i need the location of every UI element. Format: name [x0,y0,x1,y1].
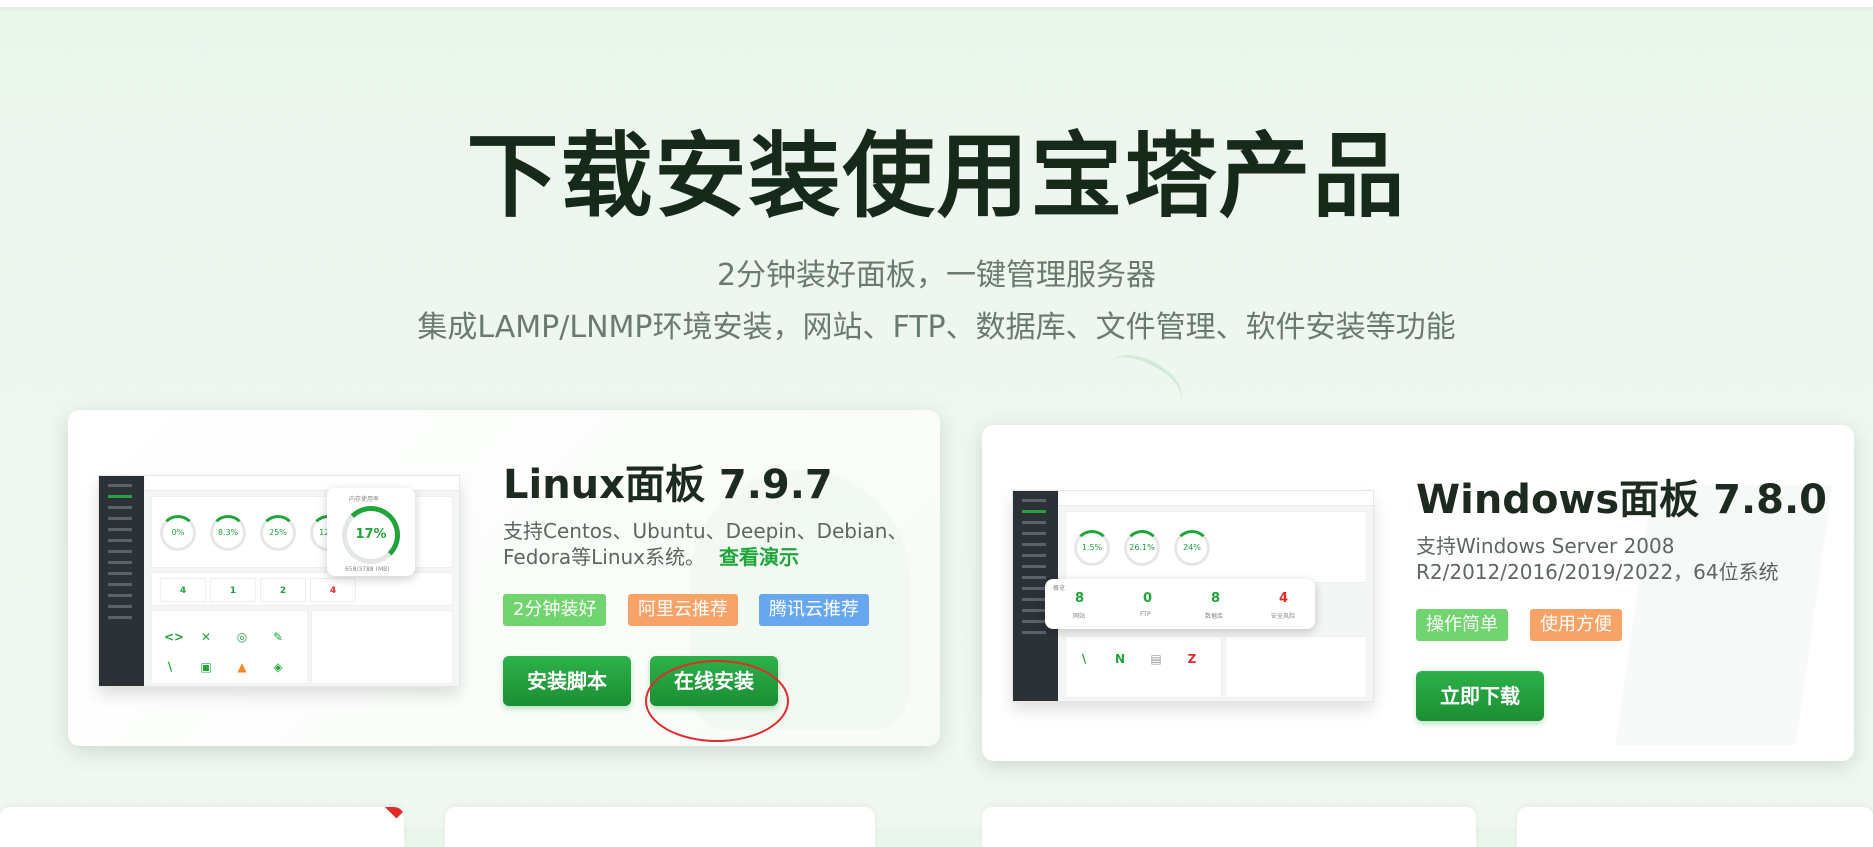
tools-icon: ✕ [200,630,212,644]
target-icon: ◎ [236,630,248,644]
online-install-button[interactable]: 在线安装 [650,656,778,706]
feather-icon: ∖ [165,660,175,674]
screenshot-traffic-panel [311,610,453,684]
windows-panel-desc: 支持Windows Server 2008 R2/2012/2016/2019/… [1416,534,1779,584]
overview-stat: 4 [310,578,356,602]
new-ribbon: NE [354,807,404,819]
overview-stat-value: 8 [1211,591,1221,606]
windows-panel-card: 1.5% 26.1% 24% ∖ N ▤ Z 概览 8 网站 0 FTP 8 数… [982,425,1854,761]
subtitle-line-1: 2分钟装好面板，一键管理服务器 [716,258,1157,293]
decorative-swoosh [1099,343,1191,421]
overview-stat-label: 网站 [1073,613,1086,620]
overview-stat-label: 数据库 [1205,613,1224,620]
overview-stat: 4 [160,578,206,602]
edit-icon: ✎ [272,630,284,644]
overview-stat-value: 8 [1075,591,1085,606]
linux-panel-title: Linux面板 7.9.7 [503,462,833,508]
tag-tencent-recommend: 腾讯云推荐 [759,594,869,626]
product-card-partial [982,807,1476,847]
nginx-icon: N [1114,652,1126,666]
overview-popup: 概览 8 网站 0 FTP 8 数据库 4 安全风险 [1045,579,1315,629]
memory-usage-popup: 内存使用率 17% 658/3788 (MB) [327,488,415,576]
screenshot-software-panel: ∖ N ▤ Z [1065,636,1222,698]
windows-panel-screenshot: 1.5% 26.1% 24% ∖ N ▤ Z 概览 8 网站 0 FTP 8 数… [1012,490,1374,702]
popup-label: 内存使用率 [349,496,380,503]
tag-quick-install: 2分钟装好 [503,594,607,626]
popup-sub: 658/3788 (MB) [345,566,390,573]
tag-easy-use: 使用方便 [1530,609,1622,641]
overview-stat-value: 0 [1143,591,1153,606]
image-icon: ▣ [200,660,212,674]
overview-stat: 2 [260,578,306,602]
subtitle-line-2: 集成LAMP/LNMP环境安装，网站、FTP、数据库、文件管理、软件安装等功能 [417,310,1456,345]
screenshot-sidebar [99,476,144,686]
windows-panel-title: Windows面板 7.8.0 [1416,477,1827,523]
overview-stat-label: 安全风险 [1271,613,1296,620]
screenshot-software-panel: <> ✕ ◎ ✎ ∖ ▣ ▲ ◈ [151,610,308,684]
fire-icon: ▲ [237,660,247,674]
filezilla-icon: Z [1187,652,1197,666]
screenshot-status-panel: 1.5% 26.1% 24% [1065,511,1367,583]
screenshot-overview-panel: 4 1 2 4 [151,572,453,606]
product-card-partial: NE [0,807,404,847]
overview-stat-value: 4 [1279,591,1289,606]
overview-stat-label: FTP [1140,611,1151,618]
view-demo-link[interactable]: 查看演示 [719,545,799,569]
product-card-partial [1517,807,1873,847]
linux-panel-screenshot: 0% 8.3% 25% 12% 4 1 2 4 <> ✕ ◎ ✎ ∖ ▣ ▲ ◈… [98,475,460,687]
status-ring: 24% [1174,530,1210,566]
screenshot-traffic-panel [1225,636,1367,698]
tag-easy-operation: 操作简单 [1416,609,1508,641]
install-script-button[interactable]: 安装脚本 [503,656,631,706]
status-ring: 8.3% [210,515,246,551]
status-ring: 26.1% [1124,530,1160,566]
status-ring: 0% [160,515,196,551]
box-icon: ◈ [273,660,283,674]
linux-panel-desc: 支持Centos、Ubuntu、Deepin、Debian、Fedora等Lin… [503,518,913,570]
status-ring: 1.5% [1074,530,1110,566]
file-icon: ▤ [1150,652,1162,666]
page-title: 下载安装使用宝塔产品 [466,123,1407,230]
product-card-partial [445,807,875,847]
overview-stat: 1 [210,578,256,602]
screenshot-topbar [1059,491,1373,506]
top-header-bar [0,0,1873,7]
memory-ring: 17% [342,506,400,564]
popup-title: 概览 [1053,585,1066,592]
feather-icon: ∖ [1079,652,1089,666]
status-ring: 25% [260,515,296,551]
download-now-button[interactable]: 立即下载 [1416,671,1544,721]
code-icon: <> [164,630,185,644]
linux-panel-card: 0% 8.3% 25% 12% 4 1 2 4 <> ✕ ◎ ✎ ∖ ▣ ▲ ◈… [68,410,940,746]
tag-aliyun-recommend: 阿里云推荐 [628,594,738,626]
linux-desc-text: 支持Centos、Ubuntu、Deepin、Debian、Fedora等Lin… [503,519,908,569]
